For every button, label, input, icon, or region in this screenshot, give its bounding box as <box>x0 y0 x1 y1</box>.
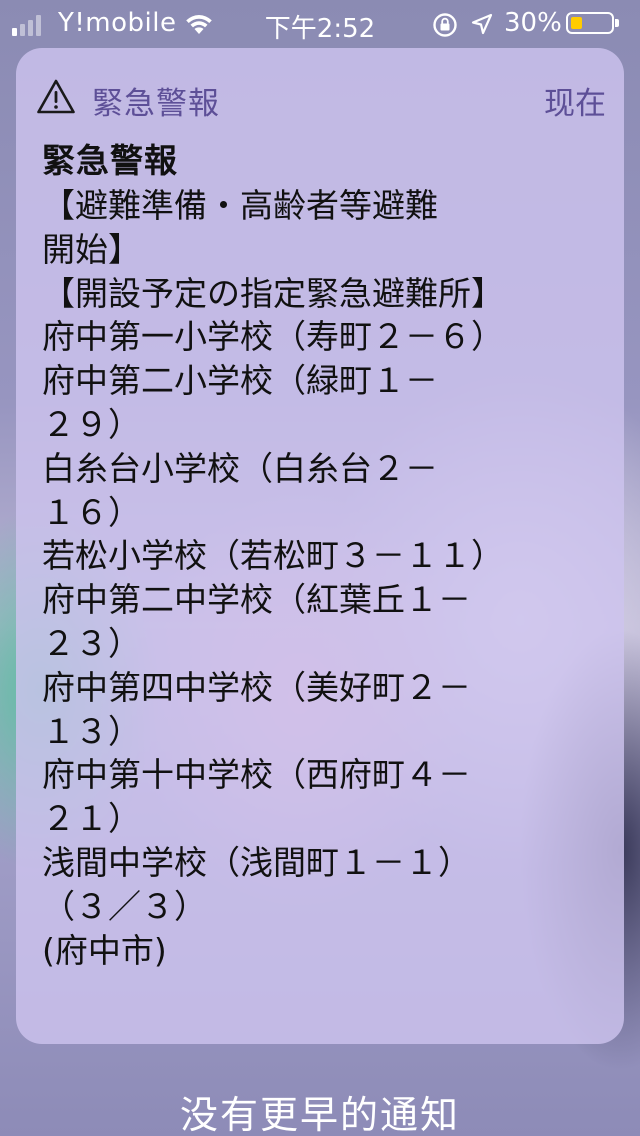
notification-body-line: 若松小学校（若松町３－１１） <box>42 536 504 576</box>
notification-body-line: １３） <box>42 711 141 751</box>
battery-level-fill <box>571 17 583 29</box>
no-older-notifications-label: 没有更早的通知 <box>179 1093 460 1136</box>
notification-body-line: ２１） <box>42 799 141 839</box>
notification-body-line: 開始】 <box>42 229 141 269</box>
notification-body-line: １６） <box>42 492 141 532</box>
orientation-lock-icon <box>432 12 458 45</box>
notification-body-line: ２９） <box>42 404 141 444</box>
notification-body: 【避難準備・高齢者等避難 開始】 【開設予定の指定緊急避難所】 府中第一小学校（寿町２… <box>42 184 602 972</box>
notification-body-line: 白糸台小学校（白糸台２－ <box>42 448 438 488</box>
notification-header: 緊急警報 现在 <box>36 76 606 122</box>
notification-app-name: 緊急警報 <box>92 86 220 122</box>
notification-body-line: 【開設予定の指定緊急避難所】 <box>42 273 504 313</box>
notification-body-line: 府中第二中学校（紅葉丘１－ <box>42 580 471 620</box>
notification-body-line: ２３） <box>42 623 141 663</box>
notification-body-line: 府中第二小学校（緑町１－ <box>42 361 438 401</box>
warning-triangle-icon <box>36 78 76 120</box>
notification-body-line: (府中市) <box>42 930 167 970</box>
notification-body-line: 府中第十中学校（西府町４－ <box>42 755 471 795</box>
emergency-alert-notification[interactable]: 緊急警報 现在 緊急警報 【避難準備・高齢者等避難 開始】 【開設予定の指定緊急避難… <box>16 48 624 1044</box>
location-services-icon <box>470 12 494 43</box>
battery-terminal <box>615 19 619 27</box>
status-bar: Y!mobile 下午2:52 30% <box>0 0 640 48</box>
notification-timestamp: 现在 <box>544 86 606 122</box>
notification-body-line: 府中第一小学校（寿町２－６） <box>42 317 504 357</box>
notification-body-line: 府中第四中学校（美好町２－ <box>42 667 471 707</box>
notification-body-line: 浅間中学校（浅間町１－１） <box>42 842 471 882</box>
notification-body-line: 【避難準備・高齢者等避難 <box>42 186 438 225</box>
notification-title: 緊急警報 <box>42 141 178 180</box>
battery-percentage: 30% <box>504 8 562 38</box>
battery-icon <box>566 12 614 34</box>
notification-body-line: （３／３） <box>42 886 207 926</box>
